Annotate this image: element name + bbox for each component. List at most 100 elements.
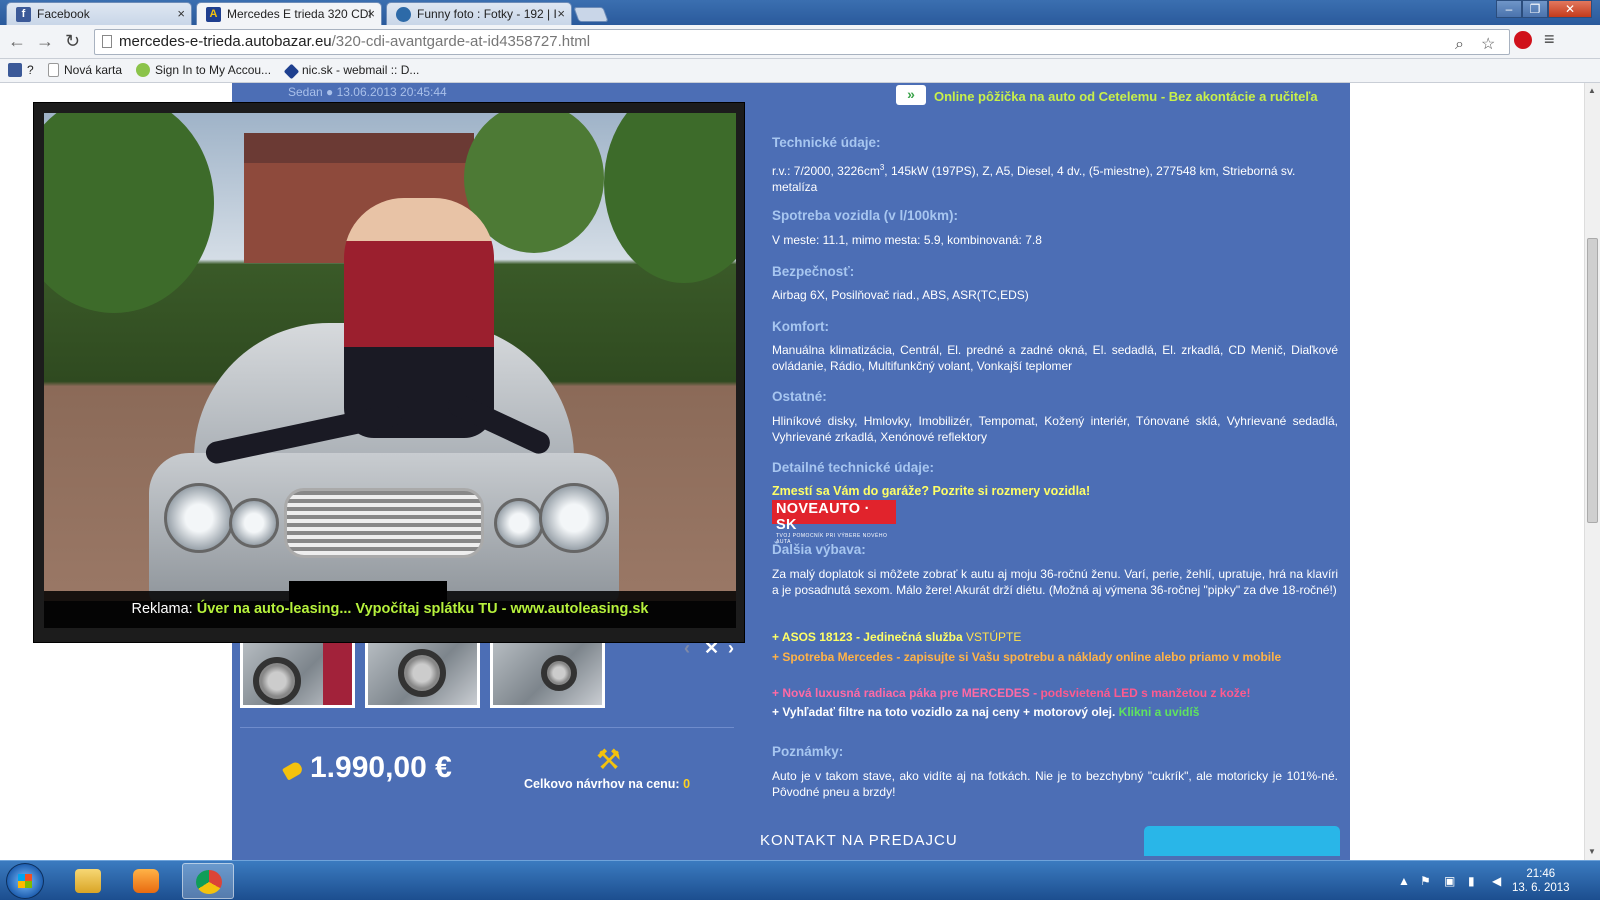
headlight <box>494 498 544 548</box>
offers-number: 0 <box>683 777 691 791</box>
system-clock[interactable]: 21:46 13. 6. 2013 <box>1512 867 1570 895</box>
minimize-icon[interactable]: – <box>1496 0 1522 18</box>
consumption-heading: Spotreba vozidla (v l/100km): <box>772 208 959 223</box>
contact-button[interactable] <box>1144 826 1340 856</box>
address-bar[interactable]: mercedes-e-trieda.autobazar.eu/320-cdi-a… <box>94 29 1510 55</box>
comfort-heading: Komfort: <box>772 319 829 334</box>
car-photo[interactable] <box>44 113 736 601</box>
loan-link[interactable]: Online pôžička na auto od Cetelemu - Bez… <box>934 89 1318 104</box>
start-button[interactable] <box>6 863 44 899</box>
body-type: Sedan <box>288 85 323 99</box>
offers-label: Celkovo návrhov na cenu: <box>524 777 680 791</box>
scroll-down-icon[interactable]: ▼ <box>1588 847 1596 856</box>
consumption-text: V meste: 11.1, mimo mesta: 5.9, kombinov… <box>772 233 1042 247</box>
tab-mercedes[interactable]: A Mercedes E trieda 320 CDI × <box>196 2 382 25</box>
menu-icon[interactable]: ≡ <box>1544 29 1555 50</box>
autobazar-icon: A <box>206 7 221 22</box>
tray-expand-icon[interactable]: ▲ <box>1398 874 1410 888</box>
thumbnail-detail <box>323 637 352 705</box>
loan-arrow-icon[interactable]: » <box>896 85 926 105</box>
detail-heading: Detailné technické údaje: <box>772 460 935 475</box>
adblock-icon[interactable] <box>1514 31 1532 49</box>
safety-text: Airbag 6X, Posilňovač riad., ABS, ASR(TC… <box>772 288 1029 302</box>
promo-radiaca-paka[interactable]: + Nová luxusná radiaca páka pre MERCEDES… <box>772 685 1338 701</box>
safety-heading: Bezpečnosť: <box>772 264 855 279</box>
photo-lightbox: Reklama: Úver na auto-leasing... Vypočít… <box>33 102 745 643</box>
taskbar-explorer[interactable] <box>62 863 114 899</box>
tab-strip: f Facebook × A Mercedes E trieda 320 CDI… <box>0 0 1600 25</box>
url-host: mercedes-e-trieda.autobazar.eu <box>119 33 332 50</box>
tab-facebook[interactable]: f Facebook × <box>6 2 192 25</box>
garage-link[interactable]: Zmestí sa Vám do garáže? Pozrite si rozm… <box>772 483 1338 499</box>
bookmark-label: ? <box>27 63 34 77</box>
device-icon[interactable]: ▣ <box>1444 874 1455 888</box>
tab-funny-foto[interactable]: Funny foto : Fotky - 192 | I × <box>386 2 572 25</box>
bookmarks-bar: ? Nová karta Sign In to My Accou... nic.… <box>0 59 1600 83</box>
gallery-thumbnail[interactable] <box>365 634 480 708</box>
other-text: Hliníkové disky, Hmlovky, Imobilizér, Te… <box>772 414 1338 444</box>
gavel-icon: ⚒ <box>596 744 622 775</box>
extra-text: Za malý doplatok si môžete zobrať k autu… <box>772 567 1338 597</box>
scroll-up-icon[interactable]: ▲ <box>1588 86 1596 95</box>
wheel-image <box>398 649 446 697</box>
extra-heading: Ďalšia výbava: <box>772 542 866 557</box>
contact-heading: KONTAKT NA PREDAJCU <box>760 832 958 849</box>
bookmark-nova-karta[interactable]: Nová karta <box>48 63 122 77</box>
headlight <box>164 483 234 553</box>
bookmark-nic-sk[interactable]: nic.sk - webmail :: D... <box>283 63 419 80</box>
network-icon[interactable]: ▮ <box>1468 874 1475 888</box>
lightbox-ad-bar[interactable]: Reklama: Úver na auto-leasing... Vypočít… <box>44 591 736 628</box>
maximize-icon[interactable]: ❐ <box>1522 0 1548 18</box>
browser-toolbar: ← → ↻ mercedes-e-trieda.autobazar.eu/320… <box>0 25 1600 59</box>
back-icon[interactable]: ← <box>8 31 26 52</box>
url-path: /320-cdi-avantgarde-at-id4358727.html <box>331 33 591 50</box>
close-tab-icon[interactable]: × <box>177 6 185 21</box>
promo-paka-text: + Nová luxusná radiaca páka pre MERCEDES… <box>772 686 1041 700</box>
comfort-text: Manuálna klimatizácia, Centrál, El. pred… <box>772 343 1338 373</box>
reload-icon[interactable]: ↻ <box>65 31 80 52</box>
flag-icon[interactable]: ⚑ <box>1420 874 1431 888</box>
folder-icon <box>75 869 101 893</box>
tree <box>604 113 736 283</box>
gallery-thumbnail[interactable] <box>240 634 355 708</box>
close-tab-icon[interactable]: × <box>367 6 375 21</box>
promo-filtre-link[interactable]: Klikni a uvidíš <box>1119 705 1200 719</box>
volume-icon[interactable]: ◀ <box>1492 874 1501 888</box>
promo-asos-link[interactable]: VSTÚPTE <box>966 630 1021 644</box>
green-sign-icon <box>136 63 150 77</box>
notes-heading: Poznámky: <box>772 744 844 759</box>
bookmark-sign-in[interactable]: Sign In to My Accou... <box>136 63 271 77</box>
tab-title: Funny foto : Fotky - 192 | I <box>417 7 557 21</box>
noveauto-logo[interactable]: NOVEAUTO · SK TVOJ POMOCNÍK PRI VÝBERE N… <box>772 500 896 545</box>
scrollbar-thumb[interactable] <box>1587 238 1598 523</box>
page-icon <box>48 63 59 77</box>
new-tab-button[interactable] <box>573 7 609 22</box>
taskbar-chrome[interactable] <box>182 863 234 899</box>
offers-count: Celkovo návrhov na cenu: 0 <box>524 777 690 791</box>
promo-asos[interactable]: + ASOS 18123 - Jedinečná služba VSTÚPTE <box>772 629 1338 645</box>
noveauto-logo-text: NOVEAUTO · SK <box>776 501 870 533</box>
bookmark-label: Nová karta <box>64 63 123 77</box>
promo-asos-text: + ASOS 18123 - Jedinečná služba <box>772 630 966 644</box>
windows-taskbar: ▲ ⚑ ▣ ▮ ◀ 21:46 13. 6. 2013 <box>0 860 1600 900</box>
promo-filtre[interactable]: + Vyhľadať filtre na toto vozidlo za naj… <box>772 704 1338 720</box>
other-heading: Ostatné: <box>772 389 827 404</box>
price-tag-icon <box>281 760 305 781</box>
gallery-thumbnail[interactable] <box>490 634 605 708</box>
window-close-icon[interactable]: ✕ <box>1548 0 1592 18</box>
zoom-icon[interactable]: ⌕ <box>1455 33 1464 57</box>
promo-paka-link[interactable]: podsvietená LED s manžetou z kože! <box>1040 686 1250 700</box>
globe-icon <box>396 7 411 22</box>
price: 1.990,00 € <box>310 751 452 784</box>
wheel-image <box>541 655 577 691</box>
promo-spotreba[interactable]: + Spotreba Mercedes - zapisujte si Vašu … <box>772 648 1338 666</box>
forward-icon[interactable]: → <box>36 31 54 52</box>
taskbar-media-player[interactable] <box>120 863 172 899</box>
ad-link[interactable]: Úver na auto-leasing... Vypočítaj splátk… <box>197 601 649 617</box>
bookmark-facebook[interactable]: ? <box>8 63 34 77</box>
close-tab-icon[interactable]: × <box>557 6 565 21</box>
vertical-scrollbar[interactable]: ▲ ▼ <box>1584 83 1600 860</box>
star-icon[interactable]: ☆ <box>1481 33 1495 57</box>
ad-label: Reklama: <box>131 601 193 617</box>
facebook-icon: f <box>16 7 31 22</box>
